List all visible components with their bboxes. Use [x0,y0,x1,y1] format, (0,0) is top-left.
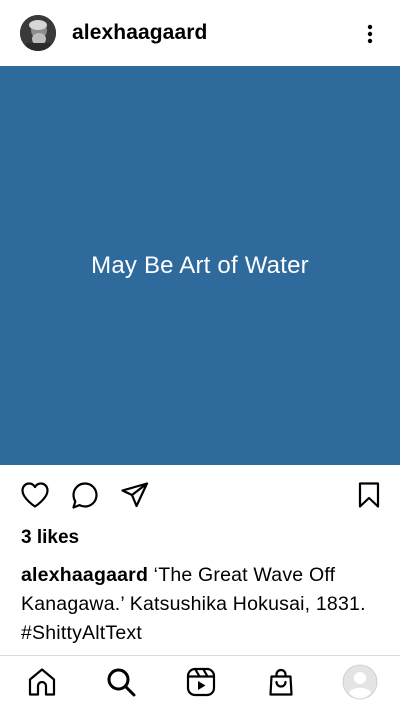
nav-search-button[interactable] [103,664,139,700]
post-caption: alexhaagaard ‘The Great Wave Off Kanagaw… [21,561,383,648]
like-button[interactable] [20,481,50,509]
more-options-button[interactable] [358,20,382,48]
share-button[interactable] [120,481,150,509]
image-alt-text: May Be Art of Water [91,251,309,279]
likes-count[interactable]: 3 likes [21,527,79,549]
shop-icon [269,668,293,696]
heart-icon [21,482,49,508]
caption-username[interactable]: alexhaagaard [21,564,148,586]
post-username[interactable]: alexhaagaard [72,21,207,45]
bookmark-icon [358,482,380,508]
share-icon [121,482,149,508]
post-image[interactable]: May Be Art of Water [0,66,400,465]
save-button[interactable] [356,481,382,509]
reels-icon [186,667,216,697]
nav-profile-button[interactable] [342,664,378,700]
profile-icon [342,664,378,700]
post-header: alexhaagaard [0,0,400,66]
search-icon [107,668,136,697]
nav-divider [0,655,400,656]
home-icon [28,668,56,696]
comment-icon [72,482,98,509]
more-vertical-icon [367,24,373,44]
nav-home-button[interactable] [24,664,60,700]
nav-reels-button[interactable] [183,664,219,700]
comment-button[interactable] [70,481,100,511]
avatar[interactable] [20,15,56,51]
nav-shop-button[interactable] [263,664,299,700]
